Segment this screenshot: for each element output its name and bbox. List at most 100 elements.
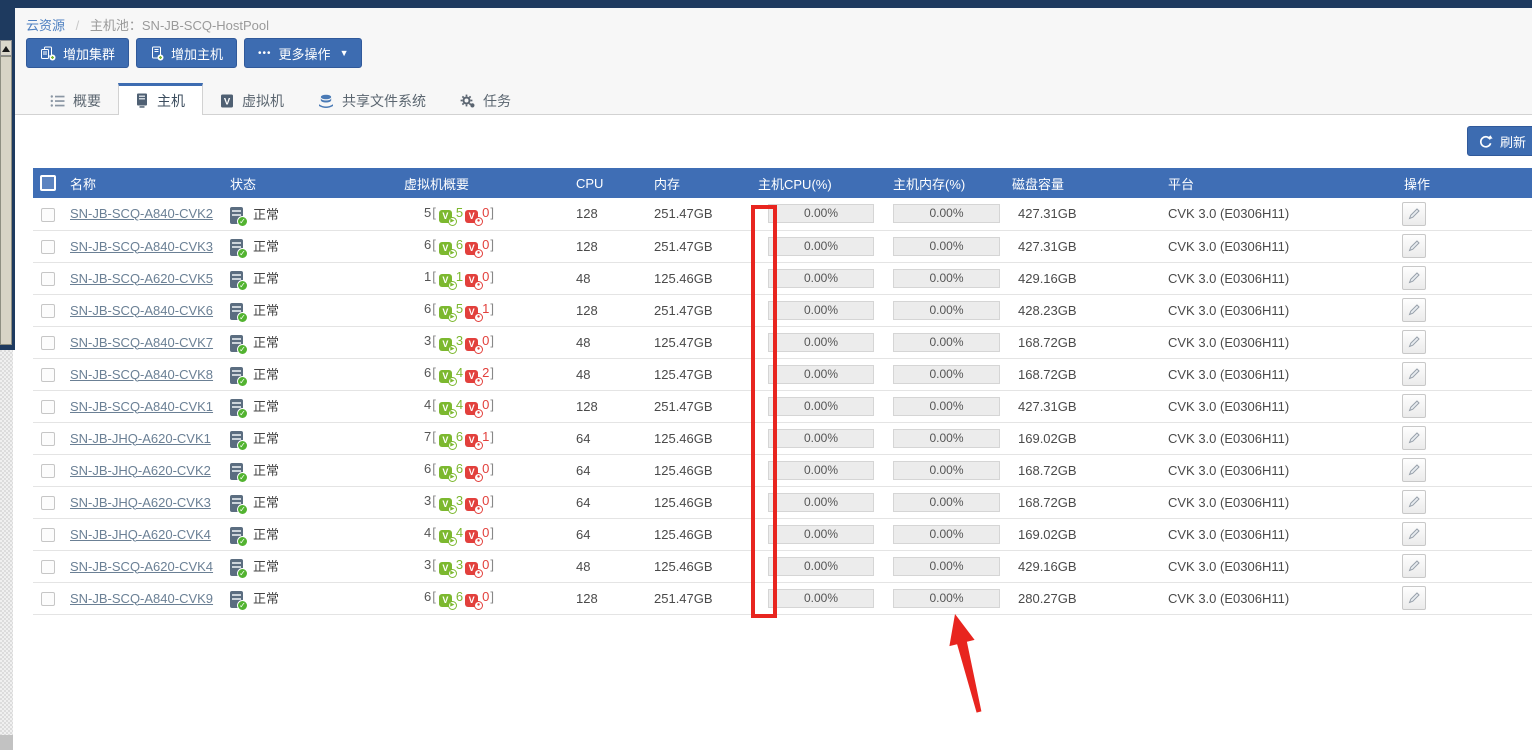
pencil-icon [1408, 208, 1420, 220]
status-ok-check-icon: ✓ [237, 568, 248, 580]
refresh-button[interactable]: 刷新 [1467, 126, 1532, 156]
host-memory-total: 251.47GB [654, 206, 713, 222]
host-platform: CVK 3.0 (E0306H11) [1168, 334, 1290, 350]
tab-tasks[interactable]: 任务 [443, 83, 528, 115]
host-name-link[interactable]: SN-JB-SCQ-A840-CVK7 [70, 335, 213, 350]
host-name-link[interactable]: SN-JB-JHQ-A620-CVK3 [70, 495, 211, 510]
host-cpu-count: 48 [576, 334, 591, 350]
row-checkbox[interactable] [41, 303, 55, 318]
edit-host-button[interactable] [1402, 426, 1426, 450]
host-cpu-count: 48 [576, 558, 591, 574]
stop-icon: ● [474, 537, 484, 546]
host-name-link[interactable]: SN-JB-SCQ-A620-CVK4 [70, 559, 213, 574]
host-row: SN-JB-JHQ-A620-CVK4 ✓ 正常 4[V ▶ 4 V ● 0] 64 125.46G… [33, 518, 1532, 550]
host-cpu-usage-bar: 0.00% [768, 396, 874, 416]
pencil-icon [1408, 560, 1420, 572]
edit-host-button[interactable] [1402, 201, 1426, 226]
host-memory-total: 251.47GB [654, 590, 713, 606]
row-checkbox[interactable] [41, 527, 55, 542]
edit-host-button[interactable] [1402, 394, 1426, 418]
tab-virtual-machines[interactable]: V 虚拟机 [203, 83, 301, 115]
row-checkbox[interactable] [41, 591, 55, 606]
toolbar: 增加集群 增加主机 ••• 更多操作 ▼ [26, 38, 363, 68]
host-name-link[interactable]: SN-JB-JHQ-A620-CVK4 [70, 527, 211, 542]
row-checkbox[interactable] [41, 335, 55, 350]
host-memory-total: 125.46GB [654, 526, 713, 542]
breadcrumb-separator: / [75, 18, 80, 33]
edit-host-button[interactable] [1402, 362, 1426, 386]
host-cpu-usage-bar: 0.00% [768, 268, 874, 288]
vm-stopped-icon: V ● [465, 209, 484, 226]
host-mem-usage-bar: 0.00% [893, 460, 1000, 480]
host-name-link[interactable]: SN-JB-SCQ-A840-CVK2 [70, 206, 213, 221]
scrollbar-track[interactable] [0, 350, 13, 735]
vm-stopped-icon: V ● [465, 530, 484, 546]
status-ok-check-icon: ✓ [237, 344, 248, 356]
tab-overview-label: 概要 [73, 92, 101, 109]
host-mem-usage-bar: 0.00% [893, 396, 1000, 416]
tasks-icon [460, 94, 475, 107]
vm-running-icon: V ▶ [438, 562, 457, 578]
scrollbar-up-button[interactable] [0, 40, 12, 56]
edit-host-button[interactable] [1402, 298, 1426, 322]
stop-icon: ● [474, 313, 484, 322]
row-checkbox[interactable] [41, 463, 55, 478]
tab-overview[interactable]: 概要 [33, 83, 118, 115]
row-checkbox[interactable] [41, 399, 55, 414]
breadcrumb-cloud-resources-link[interactable]: 云资源 [26, 18, 65, 33]
up-arrow-icon [2, 46, 10, 52]
row-checkbox[interactable] [41, 431, 55, 446]
vm-stopped-count: 0 [482, 397, 490, 412]
edit-host-button[interactable] [1402, 554, 1426, 578]
host-memory-total: 125.46GB [654, 462, 713, 478]
host-name-link[interactable]: SN-JB-SCQ-A840-CVK1 [70, 399, 213, 414]
host-cpu-count: 64 [576, 494, 591, 510]
host-memory-total: 125.46GB [654, 494, 713, 510]
row-checkbox[interactable] [41, 239, 55, 254]
vm-running-count: 3 [455, 557, 464, 572]
tab-hosts[interactable]: 主机 [118, 83, 203, 115]
host-mem-usage-bar: 0.00% [893, 588, 1000, 608]
host-name-link[interactable]: SN-JB-SCQ-A840-CVK8 [70, 367, 213, 382]
server-status-icon: ✓ [230, 399, 248, 420]
vm-stopped-count: 0 [482, 204, 490, 220]
add-cluster-button[interactable]: 增加集群 [26, 38, 130, 68]
host-name-link[interactable]: SN-JB-SCQ-A620-CVK5 [70, 271, 213, 286]
edit-host-button[interactable] [1402, 234, 1426, 258]
row-checkbox[interactable] [41, 271, 55, 286]
host-name-link[interactable]: SN-JB-SCQ-A840-CVK9 [70, 591, 213, 606]
host-cpu-count: 64 [576, 526, 591, 542]
add-host-button[interactable]: 增加主机 [136, 38, 238, 68]
edit-host-button[interactable] [1402, 266, 1426, 290]
host-name-link[interactable]: SN-JB-SCQ-A840-CVK3 [70, 239, 213, 254]
host-disk-capacity: 168.72GB [1018, 462, 1077, 478]
host-name-link[interactable]: SN-JB-JHQ-A620-CVK2 [70, 463, 211, 478]
host-cpu-usage-bar: 0.00% [768, 236, 874, 256]
column-header-name: 名称 [70, 176, 97, 192]
row-checkbox[interactable] [41, 495, 55, 510]
host-memory-total: 251.47GB [654, 302, 713, 318]
row-checkbox[interactable] [41, 367, 55, 382]
host-name-link[interactable]: SN-JB-SCQ-A840-CVK6 [70, 303, 213, 318]
host-platform: CVK 3.0 (E0306H11) [1168, 206, 1290, 222]
host-row: SN-JB-SCQ-A840-CVK1 ✓ 正常 4[V ▶ 4 V ● 0] 128 251.47… [33, 390, 1532, 422]
scrollbar-thumb[interactable] [0, 56, 12, 345]
vm-total-count: 6 [424, 589, 432, 604]
vm-stopped-count: 0 [482, 493, 490, 508]
edit-host-button[interactable] [1402, 458, 1426, 482]
edit-host-button[interactable] [1402, 490, 1426, 514]
row-checkbox[interactable] [41, 207, 55, 222]
edit-host-button[interactable] [1402, 586, 1426, 610]
vm-stopped-icon: V ● [465, 562, 484, 578]
row-checkbox[interactable] [41, 559, 55, 574]
select-all-checkbox[interactable] [40, 175, 56, 192]
more-operations-button[interactable]: ••• 更多操作 ▼ [244, 38, 363, 68]
tab-shared-file-system[interactable]: 共享文件系统 [301, 83, 443, 115]
add-cluster-icon [41, 46, 56, 60]
host-cpu-count: 128 [576, 398, 598, 414]
host-disk-capacity: 428.23GB [1018, 302, 1077, 318]
edit-host-button[interactable] [1402, 522, 1426, 546]
edit-host-button[interactable] [1402, 330, 1426, 354]
host-name-link[interactable]: SN-JB-JHQ-A620-CVK1 [70, 431, 211, 446]
vm-running-icon: V ▶ [438, 209, 457, 226]
